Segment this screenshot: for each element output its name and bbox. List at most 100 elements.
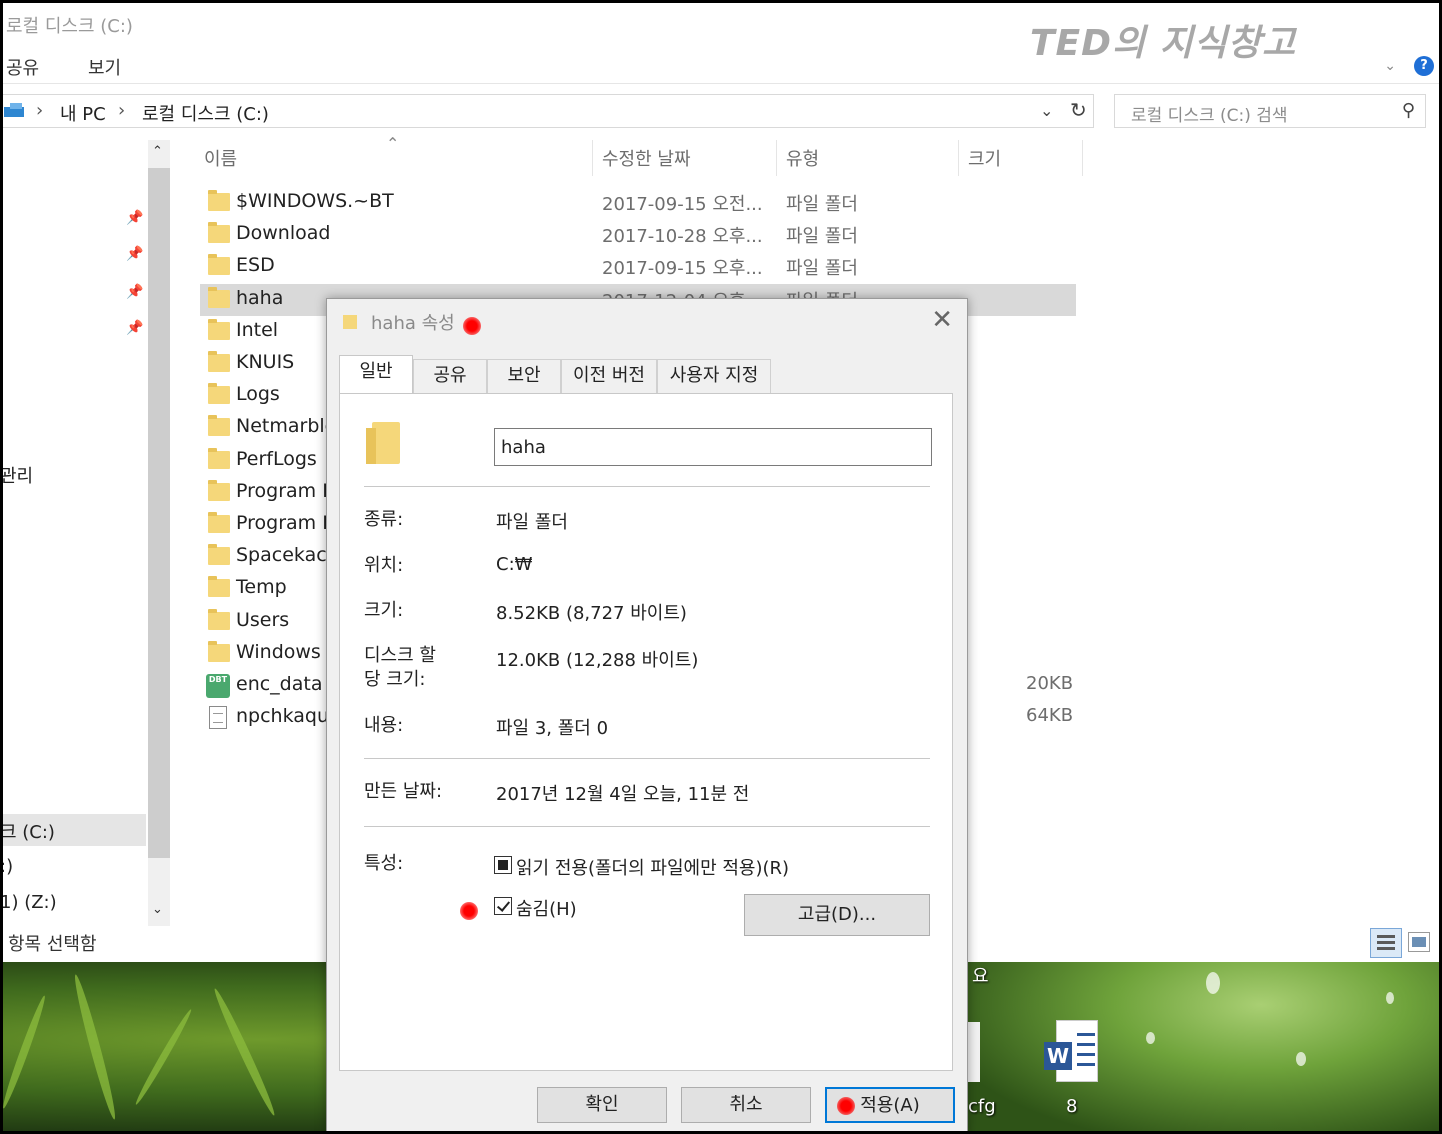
nav-scrollbar[interactable]: ⌃ ⌄: [148, 140, 170, 926]
search-input[interactable]: 로컬 디스크 (C:) 검색 ⚲: [1114, 94, 1426, 128]
large-icons-view-button[interactable]: [1408, 932, 1430, 952]
folder-icon: [208, 448, 230, 469]
help-icon[interactable]: ?: [1414, 56, 1434, 76]
database-file-icon: DBT: [206, 674, 230, 698]
tab-previous-versions[interactable]: 이전 버전: [561, 359, 657, 393]
divider: [364, 826, 930, 827]
breadcrumb-this-pc[interactable]: 내 PC: [60, 100, 106, 126]
file-name: Windows: [236, 641, 321, 663]
folder-icon: [208, 480, 230, 501]
chevron-right-icon[interactable]: ›: [118, 100, 125, 121]
property-value-size-on-disk: 12.0KB (12,288 바이트): [496, 650, 699, 671]
column-header-date[interactable]: 수정한 날짜: [602, 145, 691, 171]
file-name: PerfLogs: [236, 448, 317, 470]
tab-general[interactable]: 일반: [339, 355, 413, 393]
file-name: npchkaqua: [236, 705, 341, 727]
tab-sharing[interactable]: 공유: [413, 359, 487, 393]
desktop-icon-label-cfg[interactable]: cfg: [968, 1096, 996, 1117]
file-type: 파일 폴더: [786, 226, 858, 247]
column-divider[interactable]: [592, 140, 593, 176]
hidden-checkbox[interactable]: [494, 897, 512, 915]
this-pc-icon: [4, 103, 28, 119]
readonly-checkbox[interactable]: [494, 856, 512, 874]
column-header-size[interactable]: 크기: [968, 145, 1001, 171]
file-size: 20KB: [1026, 673, 1074, 694]
desktop-icon-label-8[interactable]: 8: [1066, 1096, 1077, 1117]
ok-button[interactable]: 확인: [537, 1087, 667, 1123]
attributes-label: 특성:: [364, 853, 404, 874]
column-divider[interactable]: [776, 140, 777, 176]
file-date: 2017-09-15 오후...: [602, 258, 763, 279]
readonly-label[interactable]: 읽기 전용(폴더의 파일에만 적용)(R): [516, 854, 789, 880]
folder-icon: [366, 422, 400, 464]
breadcrumb-local-disk[interactable]: 로컬 디스크 (C:): [142, 100, 269, 126]
property-value-location: C:₩: [496, 554, 533, 575]
close-icon[interactable]: ✕: [931, 305, 953, 335]
property-label-type: 종류:: [364, 509, 404, 530]
file-name: Intel: [236, 319, 279, 341]
refresh-icon[interactable]: ↻: [1070, 98, 1087, 122]
property-label-location: 위치:: [364, 555, 404, 576]
divider: [364, 758, 930, 759]
column-divider[interactable]: [1082, 140, 1083, 176]
ribbon-tab-share[interactable]: 공유: [6, 54, 39, 80]
red-marker-dot: [463, 317, 481, 335]
word-document-icon[interactable]: W: [1044, 1020, 1100, 1086]
search-icon[interactable]: ⚲: [1402, 100, 1415, 121]
tab-customize[interactable]: 사용자 지정: [657, 359, 771, 393]
column-header-name[interactable]: 이름: [204, 145, 237, 171]
folder-icon: [208, 415, 230, 436]
advanced-button[interactable]: 고급(D)...: [744, 894, 930, 936]
tab-security[interactable]: 보안: [487, 359, 561, 393]
property-value-type: 파일 폴더: [496, 512, 568, 533]
scroll-down-icon[interactable]: ⌄: [152, 902, 163, 917]
pin-icon[interactable]: 📌: [126, 284, 143, 300]
chevron-right-icon[interactable]: ›: [36, 100, 43, 121]
property-label-size: 크기:: [364, 600, 404, 621]
file-name: Program Fi: [236, 512, 338, 534]
property-value-contains: 파일 3, 폴더 0: [496, 718, 609, 739]
details-view-button[interactable]: [1370, 928, 1402, 958]
nav-item-network-drive[interactable]: 1) (Z:): [0, 892, 57, 913]
pin-icon[interactable]: 📌: [126, 320, 143, 336]
property-label-contains: 내용:: [364, 715, 404, 736]
status-bar-text: 항목 선택함: [8, 934, 97, 955]
file-row[interactable]: Download 2017-10-28 오후... 파일 폴더: [206, 220, 1086, 250]
desktop-icon-label-partial: 요: [972, 966, 989, 987]
ribbon-tab-view[interactable]: 보기: [88, 54, 121, 80]
chevron-down-icon[interactable]: ⌄: [1384, 58, 1396, 74]
folder-icon: [208, 190, 230, 211]
pin-icon[interactable]: 📌: [126, 210, 143, 226]
hidden-label[interactable]: 숨김(H): [516, 895, 577, 921]
column-header-type[interactable]: 유형: [786, 145, 819, 171]
pin-icon[interactable]: 📌: [126, 246, 143, 262]
file-row[interactable]: $WINDOWS.~BT 2017-09-15 오전... 파일 폴더: [206, 188, 1086, 218]
file-name: Users: [236, 609, 290, 631]
folder-icon: [208, 222, 230, 243]
folder-icon: [208, 641, 230, 662]
scroll-up-icon[interactable]: ⌃: [152, 144, 163, 159]
folder-icon: [343, 315, 357, 329]
nav-item-local-disk[interactable]: 크 (C:): [0, 818, 55, 844]
folder-name-input[interactable]: [494, 428, 932, 466]
folder-icon: [208, 544, 230, 565]
address-bar[interactable]: › 내 PC › 로컬 디스크 (C:) ⌄ ↻: [0, 94, 1094, 128]
property-label-size-on-disk: 디스크 할 당 크기:: [364, 645, 436, 690]
scrollbar-thumb[interactable]: [148, 168, 170, 858]
file-size: 64KB: [1026, 705, 1074, 726]
folder-icon: [208, 254, 230, 275]
file-name: Download: [236, 222, 331, 244]
file-date: 2017-09-15 오전...: [602, 194, 763, 215]
folder-icon: [208, 319, 230, 340]
cancel-button[interactable]: 취소: [681, 1087, 811, 1123]
nav-item-manage[interactable]: 관리: [0, 462, 33, 488]
desktop-wallpaper-right: [966, 962, 1442, 1134]
file-name: Temp: [236, 576, 287, 598]
nav-item-drive[interactable]: :): [0, 856, 13, 877]
file-row[interactable]: ESD 2017-09-15 오후... 파일 폴더: [206, 252, 1086, 282]
address-dropdown-icon[interactable]: ⌄: [1040, 101, 1053, 120]
column-divider[interactable]: [958, 140, 959, 176]
ribbon: 공유 보기 ⌄ ?: [0, 46, 1442, 84]
dialog-title: haha 속성: [371, 313, 455, 334]
window-title: 로컬 디스크 (C:): [6, 16, 133, 37]
